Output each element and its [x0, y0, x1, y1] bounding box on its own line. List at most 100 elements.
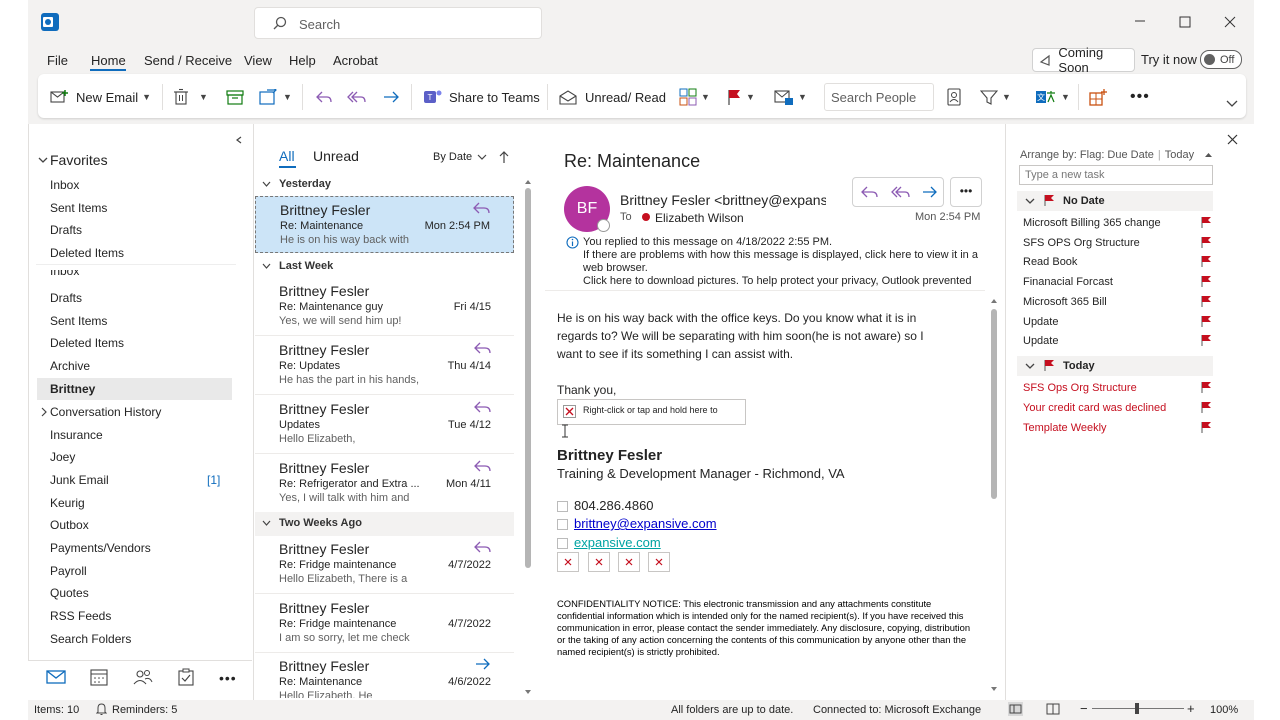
filter-button[interactable]: ▼: [980, 86, 1011, 108]
menu-help[interactable]: Help: [289, 53, 316, 68]
message-more-options-icon[interactable]: •••: [950, 177, 982, 207]
archive-button[interactable]: [226, 86, 244, 108]
folder-brittney[interactable]: Brittney: [50, 382, 95, 396]
task-item[interactable]: Update: [1023, 335, 1058, 347]
new-email-button[interactable]: New Email ▼: [50, 86, 151, 108]
task-item[interactable]: Microsoft 365 Bill: [1023, 296, 1107, 308]
reading-pane-scrollbar[interactable]: [990, 297, 998, 695]
task-item[interactable]: Read Book: [1023, 256, 1077, 268]
chevron-down-icon[interactable]: ▼: [142, 92, 151, 102]
folder-drafts[interactable]: Drafts: [50, 291, 82, 305]
chevron-down-icon[interactable]: ▼: [701, 92, 710, 102]
menu-send-receive[interactable]: Send / Receive: [144, 53, 232, 68]
website-link[interactable]: expansive.com: [574, 535, 661, 550]
scroll-up-icon[interactable]: [990, 297, 998, 305]
search-people-box[interactable]: Search People: [824, 83, 934, 111]
scrollbar-thumb[interactable]: [525, 188, 531, 568]
reply-all-icon[interactable]: [891, 185, 911, 199]
more-options-icon[interactable]: •••: [1130, 86, 1150, 108]
categorize-button[interactable]: ▼: [679, 86, 710, 108]
reply-all-button[interactable]: [347, 86, 367, 108]
scrollbar-thumb[interactable]: [991, 309, 997, 499]
scroll-up-icon[interactable]: [524, 178, 532, 186]
message-item[interactable]: Brittney Fesler Re: Maintenance guy Yes,…: [255, 278, 514, 336]
arrange-by[interactable]: Arrange by: Flag: Due Date | Today: [1020, 149, 1194, 161]
chevron-down-icon[interactable]: ▼: [798, 92, 807, 102]
bell-icon[interactable]: [96, 703, 107, 715]
chevron-down-icon[interactable]: [262, 519, 271, 527]
folder-keurig[interactable]: Keurig: [50, 496, 85, 510]
folder-payroll[interactable]: Payroll: [50, 564, 87, 578]
email-link[interactable]: brittney@expansive.com: [574, 516, 717, 531]
flag-icon[interactable]: [1200, 295, 1212, 308]
calendar-icon[interactable]: [90, 668, 108, 686]
folder-search-folders[interactable]: Search Folders: [50, 632, 131, 646]
scroll-down-icon[interactable]: [524, 688, 532, 696]
task-item[interactable]: Update: [1023, 316, 1058, 328]
sort-direction-icon[interactable]: [499, 150, 509, 164]
flag-icon[interactable]: [1200, 381, 1212, 394]
group-today[interactable]: Today: [1063, 360, 1095, 372]
flag-icon[interactable]: [1200, 334, 1212, 347]
menu-file[interactable]: File: [47, 53, 68, 68]
forward-button[interactable]: [382, 86, 400, 108]
email-recipient[interactable]: Elizabeth Wilson: [655, 211, 744, 225]
folder-payments-vendors[interactable]: Payments/Vendors: [50, 541, 151, 555]
favorite-deleted-items[interactable]: Deleted Items: [50, 246, 124, 260]
zoom-in-icon[interactable]: +: [1187, 701, 1195, 716]
message-item[interactable]: Brittney Fesler Re: Refrigerator and Ext…: [255, 455, 514, 512]
display-problem-info[interactable]: If there are problems with how this mess…: [583, 249, 978, 261]
folder-quotes[interactable]: Quotes: [50, 586, 89, 600]
task-item[interactable]: SFS Ops Org Structure: [1023, 382, 1137, 394]
download-pictures-info[interactable]: Click here to download pictures. To help…: [583, 275, 971, 287]
filter-all-tab[interactable]: All: [279, 148, 295, 164]
group-last-week[interactable]: Last Week: [279, 260, 333, 272]
task-item[interactable]: Your credit card was declined: [1023, 402, 1166, 414]
coming-soon-button[interactable]: Coming Soon: [1032, 45, 1135, 75]
display-problem-info-cont[interactable]: web browser.: [583, 262, 648, 274]
chevron-down-icon[interactable]: ▼: [1061, 92, 1070, 102]
translate-button[interactable]: 文 ▼: [1035, 86, 1070, 108]
flag-icon[interactable]: [1200, 275, 1212, 288]
flag-icon[interactable]: [1200, 216, 1212, 229]
coming-soon-toggle[interactable]: Off: [1200, 50, 1242, 69]
zoom-out-icon[interactable]: −: [1080, 701, 1088, 716]
task-item[interactable]: Finanacial Forcast: [1023, 276, 1113, 288]
chevron-down-icon[interactable]: ▼: [199, 92, 208, 102]
menu-home[interactable]: Home: [91, 53, 126, 68]
favorite-sent-items[interactable]: Sent Items: [50, 201, 107, 215]
menu-acrobat[interactable]: Acrobat: [333, 53, 378, 68]
email-sender[interactable]: Brittney Fesler <brittney@expans: [620, 192, 826, 208]
task-item[interactable]: Template Weekly: [1023, 422, 1107, 434]
forward-icon[interactable]: [921, 185, 939, 199]
flag-icon[interactable]: [1200, 315, 1212, 328]
message-list-scrollbar[interactable]: [524, 178, 532, 698]
sort-up-icon[interactable]: [1204, 152, 1213, 158]
scroll-down-icon[interactable]: [990, 685, 998, 693]
zoom-level[interactable]: 100%: [1210, 704, 1238, 716]
task-item[interactable]: SFS OPS Org Structure: [1023, 237, 1140, 249]
people-icon[interactable]: [133, 668, 153, 686]
reply-icon[interactable]: [861, 185, 879, 199]
chevron-down-icon[interactable]: [1025, 362, 1035, 370]
minimize-icon[interactable]: [1134, 15, 1146, 27]
normal-view-button[interactable]: [1008, 702, 1023, 716]
message-item[interactable]: Brittney Fesler Re: Maintenance Hello El…: [255, 653, 514, 698]
flag-button[interactable]: ▼: [726, 86, 755, 108]
folder-conversation-history[interactable]: Conversation History: [50, 405, 161, 419]
chevron-down-icon[interactable]: ▼: [1002, 92, 1011, 102]
folder-joey[interactable]: Joey: [50, 450, 75, 464]
chevron-down-icon[interactable]: [262, 180, 271, 188]
social-image-placeholder[interactable]: [648, 552, 670, 572]
move-button[interactable]: ▼: [259, 86, 292, 108]
rules-button[interactable]: ▼: [774, 86, 807, 108]
chevron-down-icon[interactable]: ▼: [746, 92, 755, 102]
chevron-down-icon[interactable]: [262, 262, 271, 270]
folder-deleted-items[interactable]: Deleted Items: [50, 336, 124, 350]
chevron-down-icon[interactable]: [1025, 197, 1035, 205]
folder-insurance[interactable]: Insurance: [50, 428, 103, 442]
chevron-right-icon[interactable]: [40, 407, 48, 417]
maximize-icon[interactable]: [1179, 16, 1191, 28]
tasks-icon[interactable]: [178, 668, 194, 686]
group-no-date[interactable]: No Date: [1063, 195, 1105, 207]
